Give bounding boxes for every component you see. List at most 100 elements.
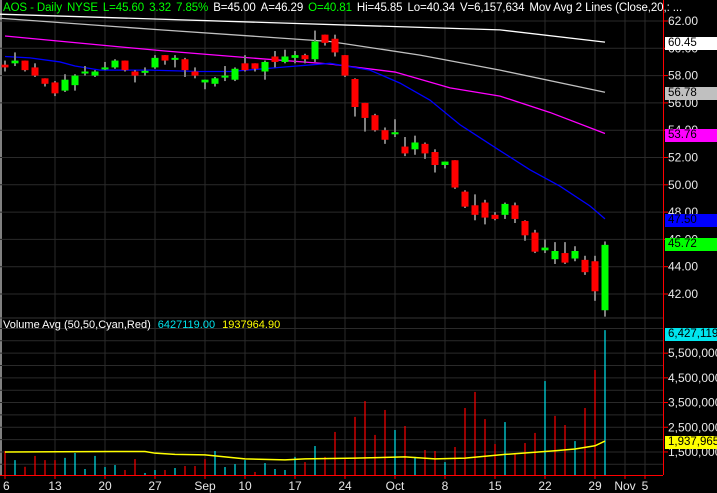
price-axis-label: 62.00 (668, 14, 698, 28)
candle-down (41, 78, 49, 84)
candle-down (301, 55, 309, 60)
candle-up (291, 55, 299, 58)
candle-up (11, 60, 19, 64)
candle-up (141, 70, 149, 73)
candle-down (561, 253, 569, 263)
candle-down (31, 67, 39, 76)
candle-down (431, 152, 439, 166)
date-label: 5 (642, 479, 649, 493)
candle-up (231, 68, 239, 80)
price-axis-label: 58.00 (668, 69, 698, 83)
candle-down (1, 64, 9, 68)
candle-down (421, 143, 429, 154)
date-label: 22 (538, 479, 552, 493)
candle-up (81, 71, 89, 74)
date-label: 17 (288, 479, 302, 493)
volume-tag-average: 1,937,965 (665, 436, 717, 449)
candle-up (171, 57, 179, 60)
candle-up (411, 142, 419, 150)
candle-down (371, 115, 379, 131)
candle-down (241, 63, 249, 71)
candle-down (381, 130, 389, 140)
ask-price: A=46.29 (260, 2, 304, 14)
volume-avg-value: 1937964.90 (222, 319, 281, 331)
price-axis-label: 42.00 (668, 287, 698, 301)
quote-header: AOS - Daily NYSE L=45.60 3.32 7.85% B=45.00 A=… (3, 2, 687, 14)
volume-axis-label: 3,500,000 (668, 396, 717, 410)
candle-down (461, 191, 469, 207)
candle-down (181, 59, 189, 71)
moving-average-white (0, 13, 606, 43)
candle-down (531, 232, 539, 252)
last-price: L=45.60 (102, 2, 145, 14)
date-label: 6 (3, 479, 10, 493)
moving-average-magenta (4, 35, 606, 135)
price-tag-last: 45.72 (665, 238, 717, 251)
candle-down (451, 160, 459, 188)
date-label: 24 (338, 479, 352, 493)
candle-down (591, 261, 599, 292)
date-label: 13 (48, 479, 62, 493)
price-tag-ma-magenta: 53.76 (665, 129, 717, 142)
candle-up (201, 79, 209, 83)
date-label: 20 (98, 479, 112, 493)
volume-tag-current: 6,427,119 (665, 328, 717, 341)
candle-up (441, 161, 449, 166)
change-value: 3.32 (149, 2, 172, 14)
candle-up (221, 75, 229, 78)
volume-study-value: 6427119.00 (157, 319, 216, 331)
high-price: Hi=45.85 (356, 2, 403, 14)
volume-study-label[interactable]: Volume Avg (50,50,Cyan,Red) (3, 319, 151, 331)
candle-down (51, 82, 59, 94)
date-label: 10 (238, 479, 252, 493)
candle-down (121, 60, 129, 71)
date-label: 15 (488, 479, 502, 493)
candle-up (91, 71, 99, 76)
left-edge (0, 0, 2, 475)
candle-up (541, 247, 549, 251)
date-label: 8 (442, 479, 449, 493)
stock-chart[interactable]: 6132027Sep101724Oct8152229Nov562.0060.00… (0, 0, 717, 493)
candle-up (601, 244, 609, 311)
candle-down (21, 60, 29, 71)
price-tag-ma-white: 60.45 (665, 37, 717, 50)
candle-down (131, 71, 139, 76)
bid-price: B=45.00 (213, 2, 256, 14)
open-price: O=40.81 (308, 2, 352, 14)
candle-down (251, 63, 259, 69)
price-axis-label: 52.00 (668, 151, 698, 165)
candle-up (311, 41, 319, 60)
volume-axis-label: 2,500,000 (668, 420, 717, 434)
candle-down (471, 205, 479, 215)
candle-down (161, 55, 169, 61)
candle-up (281, 56, 289, 62)
date-label: 27 (148, 479, 162, 493)
study-label[interactable]: Mov Avg 2 Lines (Close,20,: ... (529, 2, 682, 14)
candle-down (521, 220, 529, 236)
volume-header: Volume Avg (50,50,Cyan,Red) 6427119.00 193… (3, 319, 287, 331)
candle-down (581, 259, 589, 273)
volume-axis-label: 4,500,000 (668, 371, 717, 385)
candle-up (101, 67, 109, 70)
price-tag-ma-gray: 56.78 (665, 87, 717, 100)
candle-up (571, 251, 579, 259)
change-percent: 7.85% (176, 2, 209, 14)
price-axis-label: 50.00 (668, 178, 698, 192)
candle-down (271, 56, 279, 62)
exchange-label: NYSE (66, 2, 98, 14)
candle-up (261, 61, 269, 72)
candle-down (401, 146, 409, 154)
price-axis-label: 44.00 (668, 260, 698, 274)
date-label: Nov (614, 479, 635, 493)
candle-up (551, 251, 559, 260)
candle-up (111, 60, 119, 68)
moving-average-blue (4, 55, 606, 220)
candle-down (341, 55, 349, 76)
candle-down (491, 214, 499, 219)
candle-down (331, 38, 339, 53)
date-label: Sep (194, 479, 216, 493)
date-label: 29 (588, 479, 602, 493)
volume-value: V=6,157,634 (459, 2, 525, 14)
symbol-label[interactable]: AOS - Daily (3, 2, 62, 14)
candle-up (501, 203, 509, 215)
